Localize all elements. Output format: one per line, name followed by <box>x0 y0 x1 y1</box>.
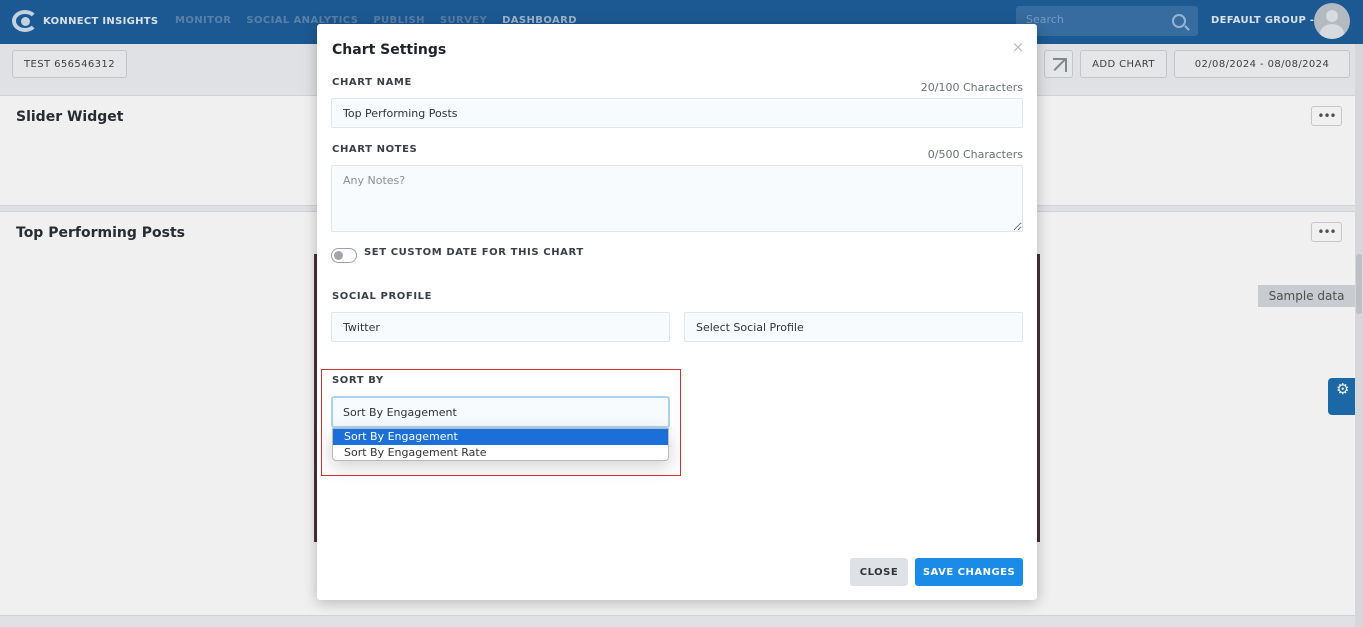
sort-by-label: SORT BY <box>332 375 384 386</box>
sort-option-engagement[interactable]: Sort By Engagement <box>333 429 668 445</box>
chart-notes-label: CHART NOTES <box>332 144 418 155</box>
sort-option-engagement-rate[interactable]: Sort By Engagement Rate <box>333 445 668 461</box>
backdrop-edge <box>1037 254 1040 542</box>
modal-title: Chart Settings <box>332 42 447 58</box>
chart-name-input[interactable] <box>331 98 1023 128</box>
chart-notes-textarea[interactable] <box>331 165 1023 232</box>
chart-settings-modal: Chart Settings × CHART NAME 20/100 Chara… <box>317 24 1037 600</box>
sort-by-select[interactable]: Sort By Engagement <box>331 396 670 428</box>
save-changes-button[interactable]: SAVE CHANGES <box>915 558 1023 586</box>
social-profile-select[interactable]: Select Social Profile <box>684 312 1023 342</box>
social-network-select[interactable]: Twitter <box>331 312 670 342</box>
close-icon[interactable]: × <box>1011 40 1025 55</box>
chart-name-label: CHART NAME <box>332 77 412 88</box>
social-profile-label: SOCIAL PROFILE <box>332 291 433 302</box>
custom-date-label: SET CUSTOM DATE FOR THIS CHART <box>364 247 584 258</box>
chart-notes-counter: 0/500 Characters <box>927 148 1023 161</box>
sort-by-dropdown-list: Sort By Engagement Sort By Engagement Ra… <box>332 428 669 461</box>
custom-date-toggle[interactable] <box>331 248 357 263</box>
close-button[interactable]: CLOSE <box>850 558 908 586</box>
chart-name-counter: 20/100 Characters <box>920 81 1023 94</box>
